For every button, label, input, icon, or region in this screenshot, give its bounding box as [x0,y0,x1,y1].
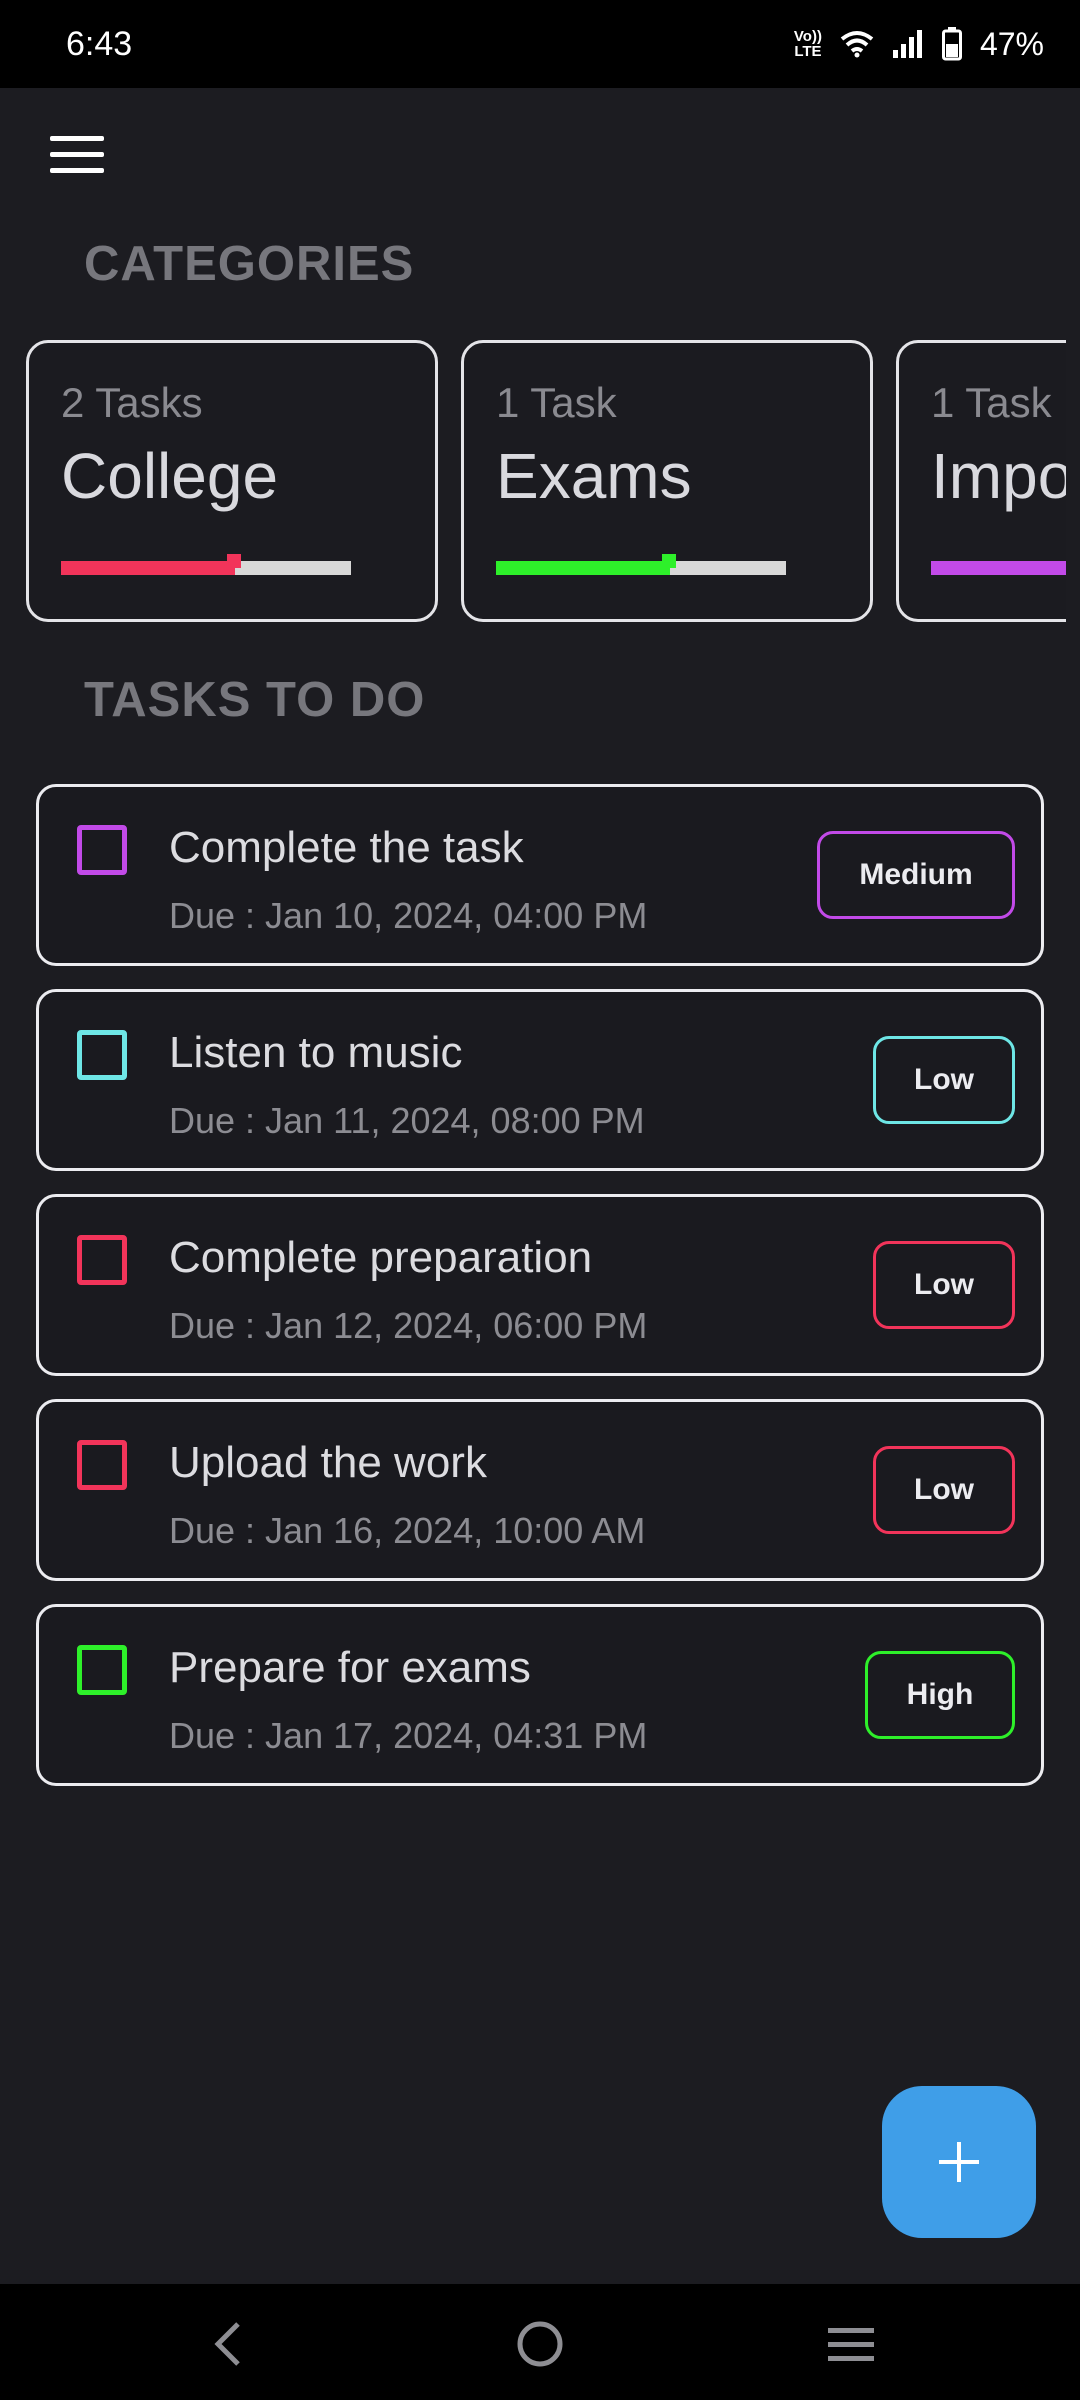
task-title: Prepare for exams [169,1643,531,1692]
category-progress-bar [496,554,786,575]
category-card-college[interactable]: 2 Tasks College [26,340,438,622]
task-title: Listen to music [169,1028,463,1077]
category-task-count: 2 Tasks [61,379,203,426]
status-time: 6:43 [66,24,133,63]
categories-heading: CATEGORIES [84,237,415,291]
task-checkbox[interactable] [77,825,127,875]
category-progress-bar [931,561,1066,575]
priority-badge[interactable]: High [865,1651,1015,1739]
task-due-date: Due : Jan 12, 2024, 06:00 PM [169,1305,648,1346]
battery-icon [941,27,962,61]
categories-carousel[interactable]: 2 Tasks College 1 Task Exams 1 Task Impo [24,338,1066,624]
signal-icon [892,30,922,58]
category-name: Exams [496,440,692,512]
task-due-date: Due : Jan 10, 2024, 04:00 PM [169,895,648,936]
back-icon[interactable] [210,2320,246,2368]
category-task-count: 1 Task [931,379,1052,426]
task-card[interactable]: Prepare for exams Due : Jan 17, 2024, 04… [36,1604,1044,1786]
category-name: Impo [931,440,1066,512]
task-card[interactable]: Complete preparation Due : Jan 12, 2024,… [36,1194,1044,1376]
priority-badge[interactable]: Low [873,1446,1015,1534]
task-checkbox[interactable] [77,1030,127,1080]
category-card-exams[interactable]: 1 Task Exams [461,340,873,622]
priority-badge[interactable]: Low [873,1036,1015,1124]
category-task-count: 1 Task [496,379,617,426]
task-checkbox[interactable] [77,1235,127,1285]
task-list: Complete the task Due : Jan 10, 2024, 04… [36,784,1044,1809]
task-card[interactable]: Upload the work Due : Jan 16, 2024, 10:0… [36,1399,1044,1581]
hamburger-menu-icon[interactable] [50,136,104,176]
task-due-date: Due : Jan 16, 2024, 10:00 AM [169,1510,646,1551]
task-title: Complete the task [169,823,524,872]
task-due-date: Due : Jan 17, 2024, 04:31 PM [169,1715,648,1756]
recents-icon[interactable] [826,2320,876,2368]
category-card-important[interactable]: 1 Task Impo [896,340,1066,622]
status-bar: 6:43 Vo)) LTE 47% [0,0,1080,88]
task-checkbox[interactable] [77,1440,127,1490]
task-checkbox[interactable] [77,1645,127,1695]
priority-badge[interactable]: Low [873,1241,1015,1329]
category-name: College [61,440,279,512]
volte-icon: Vo)) LTE [793,28,822,60]
home-icon[interactable] [516,2320,564,2368]
battery-percent: 47% [979,25,1044,62]
tasks-heading: TASKS TO DO [84,673,426,727]
task-title: Complete preparation [169,1233,593,1282]
task-card[interactable]: Listen to music Due : Jan 11, 2024, 08:0… [36,989,1044,1171]
task-title: Upload the work [169,1438,487,1487]
system-nav-bar [0,2284,1080,2400]
priority-badge[interactable]: Medium [817,831,1015,919]
category-progress-bar [61,554,351,575]
plus-icon [939,2142,979,2182]
task-card[interactable]: Complete the task Due : Jan 10, 2024, 04… [36,784,1044,966]
task-due-date: Due : Jan 11, 2024, 08:00 PM [169,1100,645,1141]
wifi-icon [840,31,874,58]
status-icons: Vo)) LTE 47% [794,26,1044,63]
add-task-button[interactable] [882,2086,1036,2238]
